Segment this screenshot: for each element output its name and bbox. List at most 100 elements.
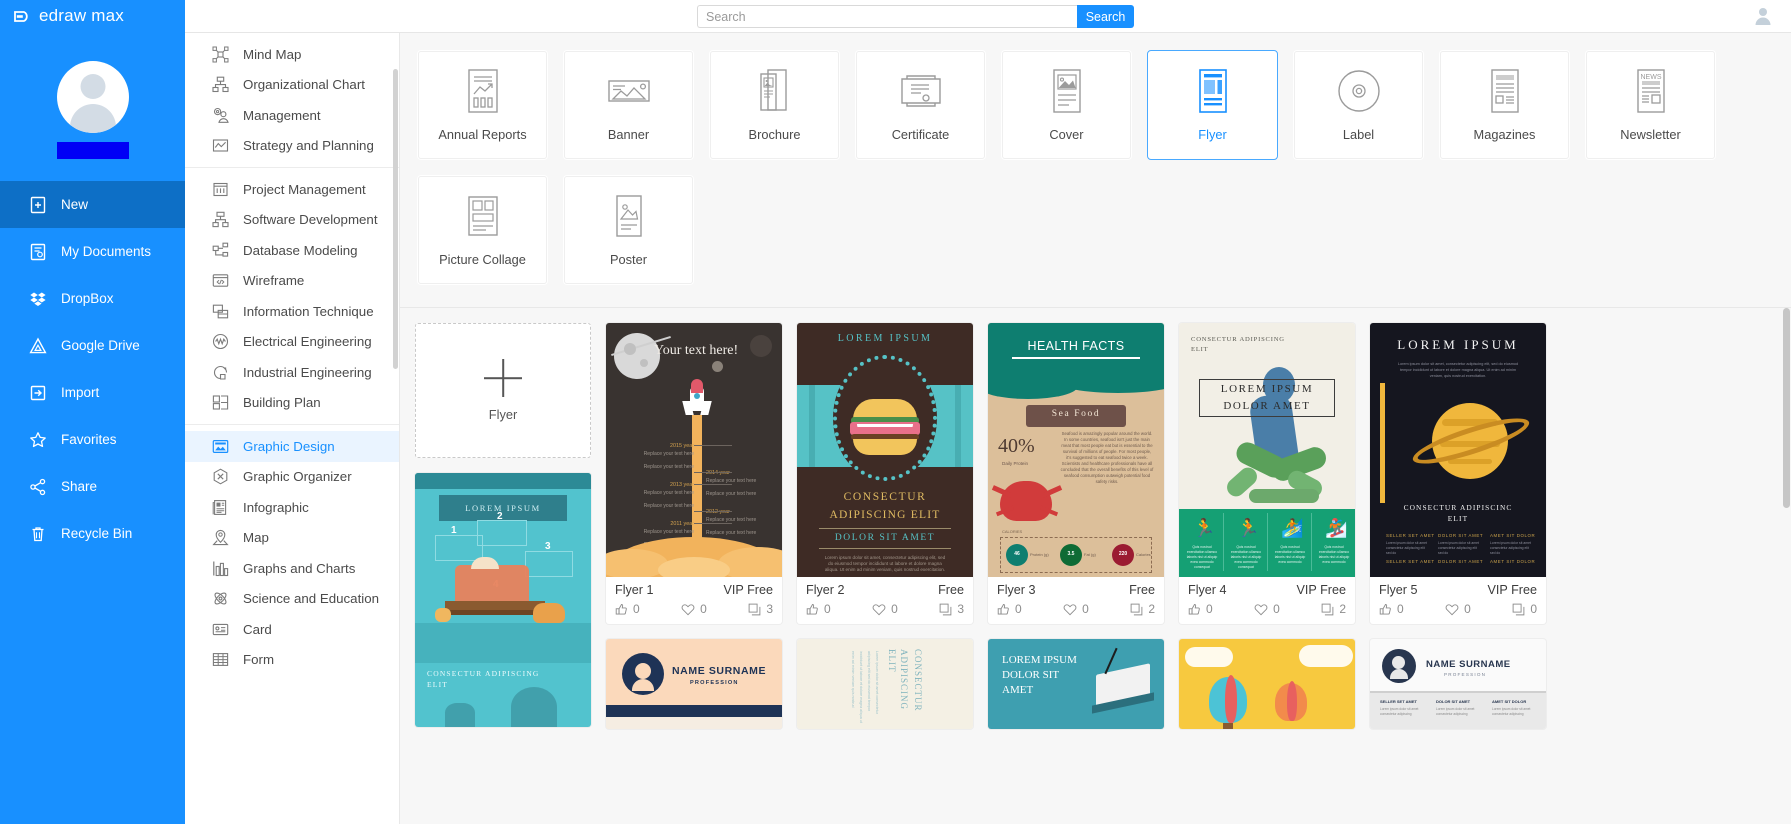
category-form[interactable]: Form [185, 645, 399, 676]
template-card[interactable] [1179, 639, 1355, 729]
sidebar-item-share[interactable]: Share [0, 463, 185, 510]
category-industrial-engineering[interactable]: Industrial Engineering [185, 357, 399, 388]
avatar[interactable] [56, 61, 129, 133]
favorite-stat[interactable]: 0 [681, 602, 707, 616]
category-project-management[interactable]: Project Management [185, 174, 399, 205]
copy-stat[interactable]: 2 [1321, 602, 1346, 616]
template-card[interactable]: NAME SURNAME PROFESSION SELLER SET AMET … [1370, 639, 1546, 729]
template-card[interactable]: CONSECTUR ADIPISCING ELIT LOREM IPSUM DO… [1179, 323, 1355, 624]
top-bar: edraw max Search [0, 0, 1791, 33]
type-card-brochure[interactable]: Brochure [709, 50, 840, 160]
template-card[interactable]: LOREM IPSUM 1 2 3 4 [415, 473, 591, 727]
favorite-stat[interactable]: 0 [1063, 602, 1089, 616]
type-card-label: Flyer [1198, 127, 1227, 142]
category-graphic-organizer[interactable]: Graphic Organizer [185, 462, 399, 493]
favorite-stat[interactable]: 0 [1445, 602, 1471, 616]
copy-stat[interactable]: 0 [1512, 602, 1537, 616]
like-stat[interactable]: 0 [1188, 602, 1213, 616]
main-scrollbar[interactable] [1783, 308, 1790, 824]
template-thumbnail: LOREM IPSUM 1 2 3 4 [415, 473, 591, 727]
type-card-newsletter[interactable]: NEWS Newsletter [1585, 50, 1716, 160]
category-mind-map[interactable]: Mind Map [185, 39, 399, 70]
template-card[interactable]: CONSECTUR ADIPISCING ELIT Lorem ipsum do… [797, 639, 973, 729]
sidebar-item-my-documents[interactable]: My Documents [0, 228, 185, 275]
sidebar-item-label: Google Drive [61, 338, 140, 353]
sidebar-item-favorites[interactable]: Favorites [0, 416, 185, 463]
copy-stat[interactable]: 3 [748, 602, 773, 616]
template-card[interactable]: LOREM IPSUM CONSECTUR ADIPISCING ELIT DO… [797, 323, 973, 624]
copy-stat[interactable]: 2 [1130, 602, 1155, 616]
type-card-annual-reports[interactable]: Annual Reports [417, 50, 548, 160]
like-stat[interactable]: 0 [997, 602, 1022, 616]
thumb-top-text: HEALTH FACTS [1027, 339, 1125, 353]
new-document-icon [28, 195, 47, 214]
category-building-plan[interactable]: Building Plan [185, 388, 399, 419]
type-card-label: Certificate [891, 127, 950, 142]
category-label: Building Plan [243, 395, 321, 411]
graphic-design-icon [211, 437, 229, 455]
category-information-technique[interactable]: Information Technique [185, 296, 399, 327]
category-scrollbar[interactable] [393, 69, 398, 369]
heart-icon [1254, 603, 1268, 615]
type-card-flyer[interactable]: Flyer [1147, 50, 1278, 160]
category-database-modeling[interactable]: Database Modeling [185, 235, 399, 266]
template-grid: Flyer LOREM IPSUM 1 2 3 CONSECTUR ADIPIS… [415, 323, 1791, 729]
template-card[interactable]: HEALTH FACTS Sea Food 40% Daily Protein … [988, 323, 1164, 624]
type-card-cover[interactable]: Cover [1001, 50, 1132, 160]
like-stat[interactable]: 0 [806, 602, 831, 616]
favorite-stat[interactable]: 0 [872, 602, 898, 616]
category-infographic[interactable]: Infographic [185, 492, 399, 523]
type-card-magazines[interactable]: Magazines [1439, 50, 1570, 160]
category-science-and-education[interactable]: Science and Education [185, 584, 399, 615]
copy-stat[interactable]: 3 [939, 602, 964, 616]
category-graphs-and-charts[interactable]: Graphs and Charts [185, 553, 399, 584]
favorite-stat[interactable]: 0 [1254, 602, 1280, 616]
search-input[interactable] [697, 5, 1077, 28]
like-stat[interactable]: 0 [1379, 602, 1404, 616]
thumb-footer-line1: CONSECTUR ADIPISCING [427, 669, 540, 678]
category-organizational-chart[interactable]: Organizational Chart [185, 70, 399, 101]
type-card-label: Cover [1049, 127, 1084, 142]
sidebar-item-recycle-bin[interactable]: Recycle Bin [0, 510, 185, 557]
sidebar-nav: New My Documents DropBox Google Drive Im… [0, 181, 185, 557]
type-card-label: Poster [610, 252, 647, 267]
template-card[interactable]: Your text here! 2015 year Replace your t… [606, 323, 782, 624]
sidebar-item-import[interactable]: Import [0, 369, 185, 416]
category-electrical-engineering[interactable]: Electrical Engineering [185, 327, 399, 358]
sidebar-item-new[interactable]: New [0, 181, 185, 228]
search-button[interactable]: Search [1077, 5, 1134, 28]
category-graphic-design[interactable]: Graphic Design [185, 431, 399, 462]
type-card-banner[interactable]: Banner [563, 50, 694, 160]
type-card-picture-collage[interactable]: Picture Collage [417, 175, 548, 285]
poster-icon [612, 193, 646, 239]
thumb-top-text: LOREM IPSUM [1397, 337, 1519, 352]
type-card-label[interactable]: Label [1293, 50, 1424, 160]
category-wireframe[interactable]: Wireframe [185, 266, 399, 297]
category-map[interactable]: Map [185, 523, 399, 554]
template-thumbnail: NAME SURNAME PROFESSION SELLER SET AMET … [1370, 639, 1546, 729]
sidebar-item-dropbox[interactable]: DropBox [0, 275, 185, 322]
template-card[interactable]: NAME SURNAME PROFESSION [606, 639, 782, 729]
heart-icon [872, 603, 886, 615]
type-card-certificate[interactable]: Certificate [855, 50, 986, 160]
thumb-headline: Your text here! [654, 343, 739, 358]
category-strategy-and-planning[interactable]: Strategy and Planning [185, 131, 399, 162]
thumb-line2: ELIT [1447, 514, 1469, 523]
category-software-development[interactable]: Software Development [185, 205, 399, 236]
database-modeling-icon [211, 241, 229, 259]
thumb-line1: CONSECTUR ADIPISCINC [1403, 503, 1513, 512]
sidebar-item-google-drive[interactable]: Google Drive [0, 322, 185, 369]
app-logo[interactable]: edraw max [0, 0, 185, 33]
new-blank-template-card[interactable]: Flyer [415, 323, 591, 458]
like-stat[interactable]: 0 [615, 602, 640, 616]
account-avatar[interactable] [1752, 5, 1774, 27]
template-card[interactable]: LOREM IPSUM DOLOR SIT AMET [988, 639, 1164, 729]
template-card[interactable]: LOREM IPSUM Lorem ipsum dolor sit amet, … [1370, 323, 1546, 624]
label-disc-icon [1336, 68, 1382, 114]
electrical-engineering-icon [211, 333, 229, 351]
template-column: Flyer LOREM IPSUM 1 2 3 CONSECTUR ADIPIS… [415, 323, 591, 729]
category-management[interactable]: Management [185, 100, 399, 131]
banner-icon [607, 68, 651, 114]
type-card-poster[interactable]: Poster [563, 175, 694, 285]
category-card[interactable]: Card [185, 614, 399, 645]
